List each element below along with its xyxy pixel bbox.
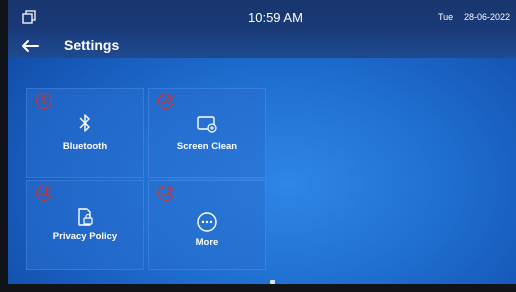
- tile-number: 12: [158, 185, 174, 201]
- clock: 10:59 AM: [248, 10, 303, 25]
- tile-bluetooth[interactable]: 9 Bluetooth: [26, 88, 144, 178]
- tile-number: 9: [36, 93, 52, 109]
- day-of-week: Tue: [438, 12, 454, 22]
- bluetooth-icon: [79, 114, 90, 132]
- device-screen: 10:59 AM Tue 28-06-2022 Settings 9 Bluet…: [8, 0, 516, 284]
- tile-label: Bluetooth: [62, 141, 108, 152]
- tile-label: Screen Clean: [176, 141, 238, 152]
- window-icon: [22, 10, 36, 24]
- status-bar: 10:59 AM Tue 28-06-2022: [8, 0, 516, 34]
- tile-number: 11: [36, 185, 52, 201]
- tile-more[interactable]: 12 More: [148, 180, 266, 270]
- page-header: Settings: [8, 34, 516, 58]
- back-arrow-icon[interactable]: [20, 38, 40, 54]
- navigation-handle[interactable]: [270, 280, 275, 284]
- tile-screen-clean[interactable]: 10 Screen Clean: [148, 88, 266, 178]
- more-icon: [197, 212, 217, 232]
- tile-label: More: [195, 237, 219, 248]
- tile-label: Privacy Policy: [52, 231, 118, 242]
- tile-privacy-policy[interactable]: 11 Privacy Policy: [26, 180, 144, 270]
- screen-clean-icon: [197, 116, 217, 133]
- page-title: Settings: [64, 37, 120, 53]
- date: 28-06-2022: [464, 12, 511, 22]
- tile-number: 10: [158, 93, 174, 109]
- privacy-policy-icon: [78, 208, 93, 226]
